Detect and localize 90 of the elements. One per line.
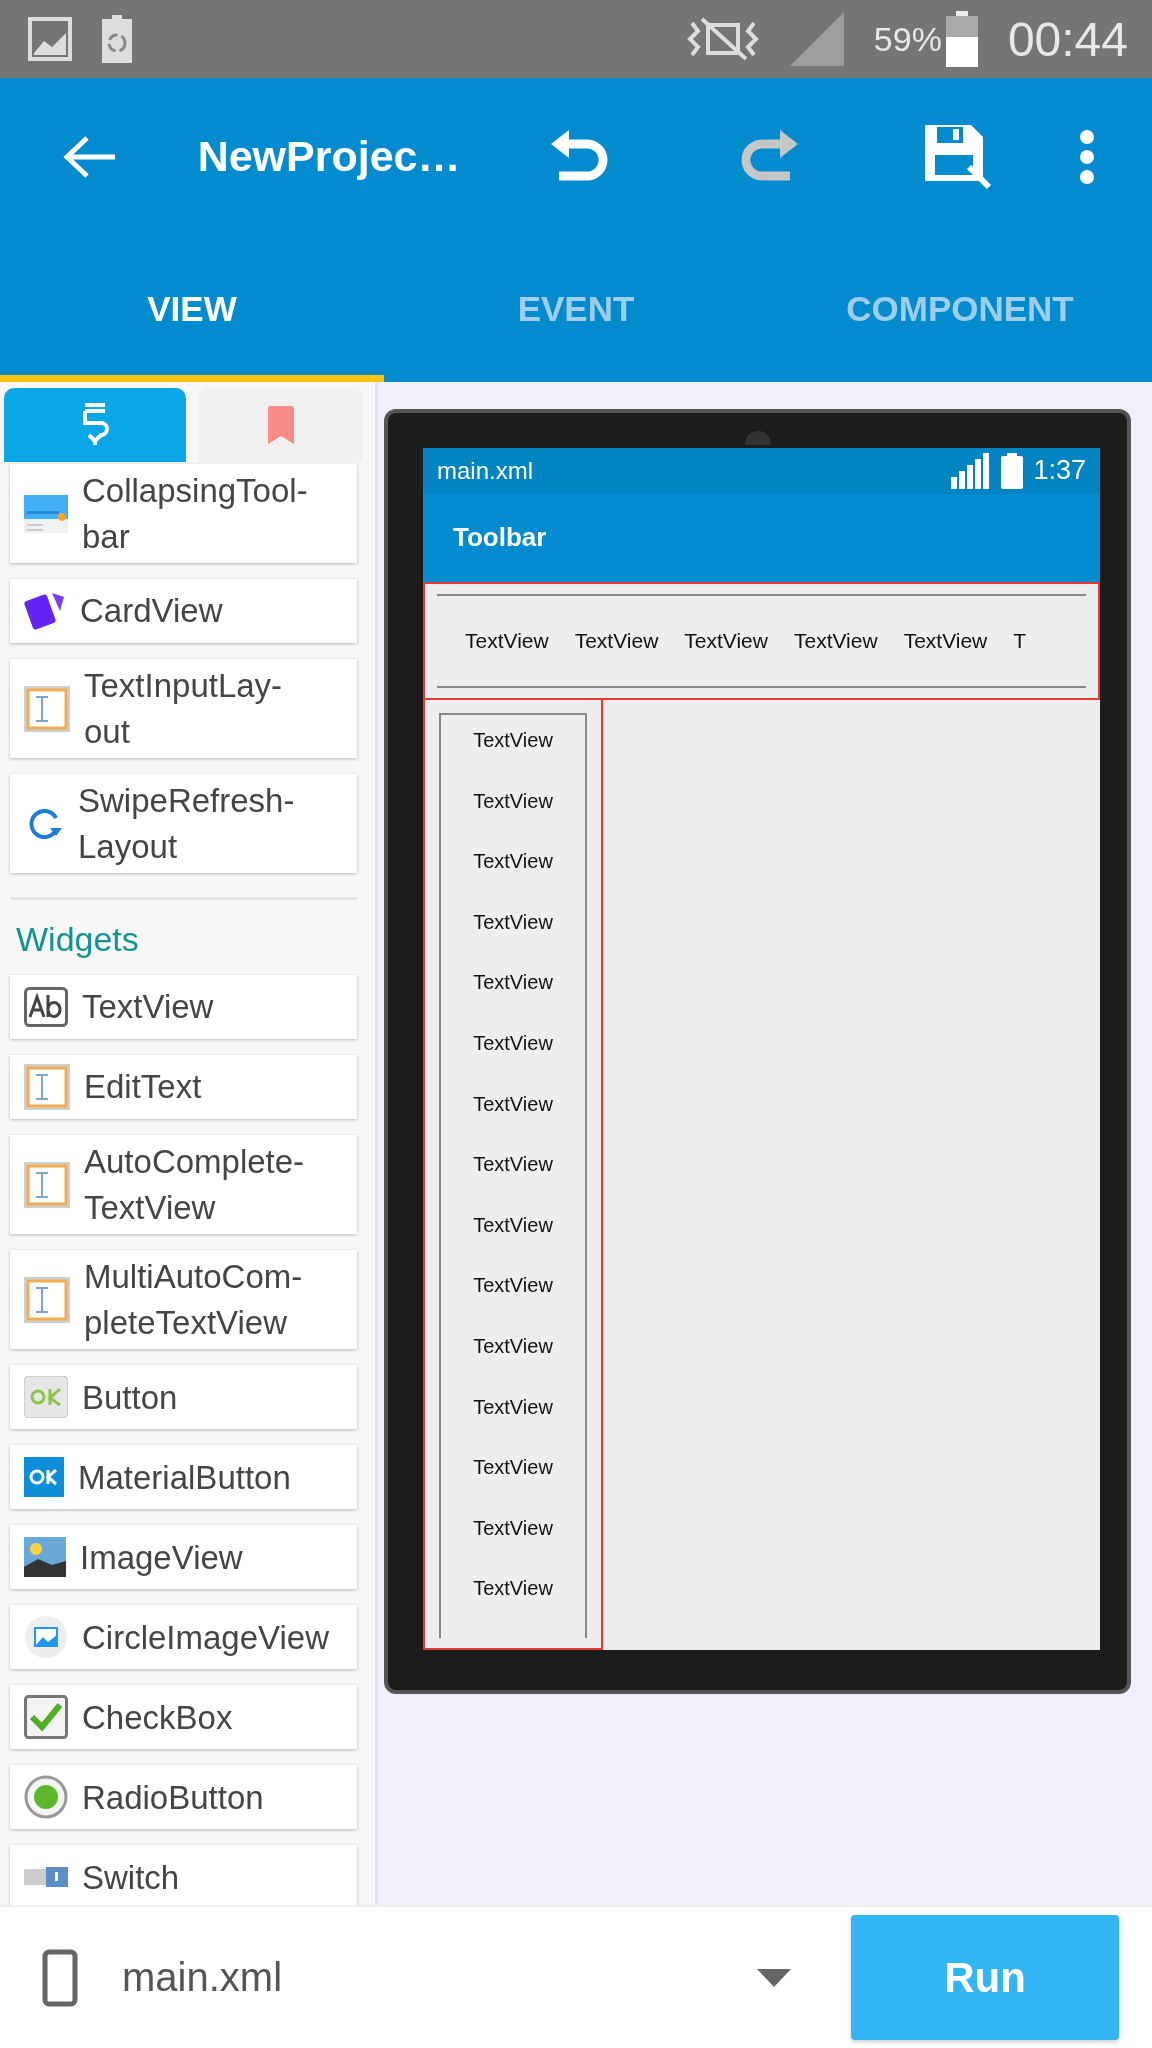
- widget-item[interactable]: TextInputLay- out: [10, 659, 357, 759]
- battery-icon: [945, 11, 978, 67]
- image-icon: [24, 1537, 66, 1578]
- vibrate-off-icon: [685, 15, 760, 63]
- toolbar-title: Toolbar: [453, 522, 547, 554]
- widget-item[interactable]: CardView: [10, 579, 357, 644]
- phone-icon: [42, 1948, 78, 2007]
- signal-icon: [951, 452, 992, 489]
- image-icon: [24, 1615, 68, 1660]
- widget-label: RadioButton: [82, 1777, 264, 1818]
- widget-label: TextInputLay- out: [84, 666, 283, 752]
- widget-item[interactable]: MaterialButton: [10, 1445, 357, 1510]
- battery-percent: 59%: [873, 19, 942, 59]
- text-view: TextView: [473, 971, 553, 996]
- widget-item[interactable]: AutoComplete- TextView: [10, 1135, 357, 1235]
- text-view: TextView: [793, 629, 878, 653]
- text-view: TextView: [473, 789, 553, 814]
- widget-item[interactable]: EditText: [10, 1055, 357, 1120]
- text-view: TextView: [473, 1032, 553, 1057]
- text-view: TextView: [473, 910, 553, 935]
- text-view: TextView: [473, 1153, 553, 1178]
- text-field-icon: [24, 1161, 70, 1208]
- widget-label: AutoComplete- TextView: [84, 1142, 305, 1228]
- ok-button-icon: [24, 1457, 64, 1498]
- widget-item[interactable]: Switch: [10, 1845, 357, 1905]
- widget-label: ImageView: [80, 1537, 243, 1578]
- widget-label: TextView: [82, 987, 214, 1028]
- widget-item[interactable]: CheckBox: [10, 1685, 357, 1750]
- battery-recycle-icon: [102, 15, 132, 63]
- bookmark-icon: [267, 406, 294, 444]
- logo-icon: [81, 403, 110, 447]
- dropdown-icon: [757, 1968, 791, 1987]
- widget-label: CardView: [80, 591, 223, 632]
- image-icon: [28, 17, 72, 61]
- palette-tab[interactable]: [198, 388, 363, 462]
- ok-button-icon: [24, 1376, 68, 1419]
- file-name: main.xml: [122, 1955, 283, 2000]
- widget-item[interactable]: CircleImageView: [10, 1605, 357, 1670]
- widget-label: CollapsingTool- bar: [82, 471, 308, 557]
- widget-item[interactable]: TextView: [10, 975, 357, 1040]
- section-title: Widgets: [15, 919, 140, 960]
- widget-item[interactable]: MultiAutoCom- pleteTextView: [10, 1250, 357, 1350]
- text-view: TextView: [473, 1516, 553, 1541]
- widget-label: MaterialButton: [78, 1457, 291, 1498]
- radio-icon: [24, 1775, 68, 1820]
- clock: 1:37: [1033, 455, 1086, 487]
- text-field-icon: [24, 685, 70, 732]
- text-field-icon: [24, 1276, 70, 1323]
- widget-label: CheckBox: [82, 1697, 233, 1738]
- text-view: TextView: [903, 629, 988, 653]
- text-view: TextView: [684, 629, 768, 653]
- text-icon: [24, 987, 68, 1028]
- text-view: TextView: [473, 1213, 553, 1238]
- camera-icon: [744, 431, 771, 445]
- more-icon: [1079, 128, 1096, 185]
- text-view: TextView: [473, 1456, 553, 1481]
- widget-label: MultiAutoCom- pleteTextView: [84, 1257, 303, 1343]
- widget-label: Button: [82, 1377, 178, 1418]
- toolbar-icon: [24, 494, 68, 533]
- file-name: main.xml: [437, 456, 533, 485]
- widget-item[interactable]: SwipeRefresh- Layout: [10, 774, 357, 874]
- palette-tab[interactable]: [4, 388, 187, 462]
- clock: 00:44: [1007, 11, 1128, 67]
- text-view: TextView: [574, 629, 659, 653]
- back-arrow-icon: [62, 134, 117, 179]
- widget-item[interactable]: Button: [10, 1365, 357, 1430]
- switch-icon: [24, 1867, 68, 1888]
- widget-item[interactable]: ImageView: [10, 1525, 357, 1590]
- widget-label: EditText: [84, 1067, 202, 1108]
- signal-icon: [789, 12, 844, 66]
- text-view: TextView: [473, 1395, 553, 1420]
- battery-icon: [1001, 452, 1024, 489]
- text-view: T: [1013, 629, 1027, 653]
- text-view: TextView: [473, 729, 553, 754]
- text-view: TextView: [465, 629, 549, 653]
- widget-item[interactable]: RadioButton: [10, 1765, 357, 1830]
- text-view: TextView: [473, 1577, 553, 1602]
- text-view: TextView: [473, 1274, 553, 1299]
- text-view: TextView: [473, 1092, 553, 1117]
- save-icon: [923, 122, 993, 191]
- widget-label: Switch: [82, 1857, 180, 1898]
- widget-label: CircleImageView: [82, 1617, 329, 1658]
- text-field-icon: [24, 1064, 70, 1111]
- widget-label: SwipeRefresh- Layout: [78, 781, 295, 867]
- checkbox-icon: [24, 1695, 68, 1740]
- text-view: TextView: [473, 850, 553, 875]
- card-icon: [24, 591, 66, 632]
- project-title: NewProjec…: [197, 132, 462, 181]
- text-view: TextView: [473, 1335, 553, 1360]
- widget-item[interactable]: CollapsingTool- bar: [10, 464, 357, 564]
